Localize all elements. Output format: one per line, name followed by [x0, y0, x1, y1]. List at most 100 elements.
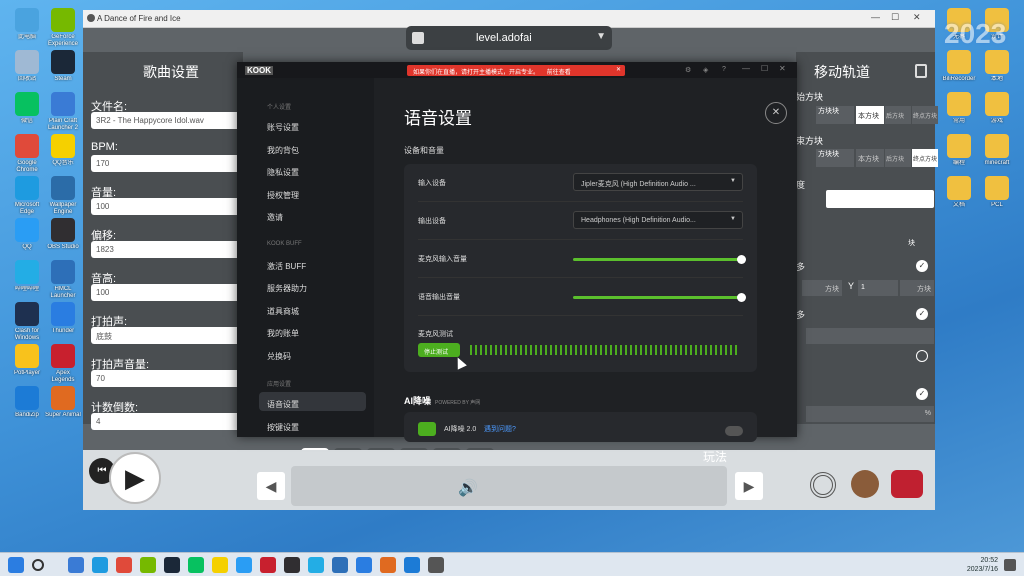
desktop-icon[interactable]: Thunder — [44, 302, 82, 335]
taskbar-app-icon[interactable] — [236, 557, 252, 573]
desktop-icon[interactable]: PCL — [978, 176, 1016, 209]
trash-icon[interactable] — [915, 64, 927, 78]
taskbar-app-icon[interactable] — [404, 557, 420, 573]
desktop-icon[interactable]: 微信 — [8, 92, 46, 125]
kook-banner-link[interactable]: 前往查看 — [547, 70, 571, 76]
taskbar-app-icon[interactable] — [332, 557, 348, 573]
sidebar-item[interactable]: 语音设置 — [267, 399, 299, 410]
song-field-input[interactable]: 3R2 - The Happycore Idol.wav — [91, 112, 241, 129]
taskbar-app-icon[interactable] — [116, 557, 132, 573]
song-field-input[interactable]: 4 — [91, 413, 241, 430]
output-volume-slider[interactable] — [573, 293, 746, 302]
kook-minimize-button[interactable]: — — [742, 64, 750, 73]
sidebar-item[interactable]: 我的账单 — [267, 328, 299, 339]
field-right-1[interactable] — [806, 328, 934, 344]
song-field-input[interactable]: 70 — [91, 370, 241, 387]
desktop-icon[interactable]: PotPlayer — [8, 344, 46, 377]
taskbar-app-icon[interactable] — [356, 557, 372, 573]
song-field-input[interactable]: 100 — [91, 284, 241, 301]
taskbar-clock[interactable]: 20:52 2023/7/16 — [958, 556, 998, 574]
start-button-icon[interactable] — [8, 557, 24, 573]
volume-icon[interactable]: 🔊 — [458, 478, 478, 498]
sidebar-item[interactable]: 我的背包 — [267, 145, 299, 156]
song-field-input[interactable]: 1823 — [91, 241, 241, 258]
chevron-down-icon[interactable]: ▼ — [596, 31, 606, 42]
start-opt-end-tile[interactable]: 终点方块 — [912, 106, 938, 124]
checkbox-2[interactable]: ✓ — [916, 308, 928, 320]
kook-maximize-button[interactable]: ☐ — [761, 64, 768, 73]
sidebar-item[interactable]: 道具商城 — [267, 306, 299, 317]
slider-knob[interactable] — [737, 293, 746, 302]
desktop-icon[interactable]: BiliRecorder — [940, 50, 978, 83]
desktop-icon[interactable]: HMCL Launcher — [44, 260, 82, 300]
sidebar-item[interactable]: 账号设置 — [267, 122, 299, 133]
start-opt-after-tile[interactable]: 后方块 — [885, 106, 911, 124]
minimize-button[interactable]: — — [871, 12, 880, 22]
tile-editor-icon[interactable] — [891, 470, 923, 498]
prev-page-button[interactable]: ◀ — [257, 472, 285, 500]
slider-knob[interactable] — [737, 255, 746, 264]
desktop-icon[interactable]: Wallpaper Engine — [44, 176, 82, 216]
desktop-icon[interactable]: OBS Studio — [44, 218, 82, 251]
sidebar-item[interactable]: 按键设置 — [267, 422, 299, 433]
degree-input[interactable] — [826, 190, 934, 208]
desktop-icon[interactable]: Google Chrome — [8, 134, 46, 174]
song-field-input[interactable]: 底鼓 — [91, 327, 241, 344]
notification-icon[interactable] — [1004, 559, 1016, 571]
taskbar-app-icon[interactable] — [308, 557, 324, 573]
desktop-icon[interactable]: Clash for Windows — [8, 302, 46, 342]
sidebar-item[interactable]: 隐私设置 — [267, 167, 299, 178]
maximize-button[interactable]: ☐ — [891, 12, 899, 23]
target-icon[interactable] — [810, 472, 836, 498]
taskbar-app-icon[interactable] — [284, 557, 300, 573]
banner-close-icon[interactable]: ✕ — [616, 66, 621, 73]
planet-icon[interactable] — [851, 470, 879, 498]
y-value[interactable]: 1 — [858, 280, 898, 296]
taskbar-app-icon[interactable] — [260, 557, 276, 573]
end-tile-rel-box[interactable]: 方块块 — [816, 149, 854, 167]
taskbar-app-icon[interactable] — [68, 557, 84, 573]
desktop-icon[interactable]: 文档 — [940, 176, 978, 209]
desktop-icon[interactable]: 本地 — [978, 50, 1016, 83]
output-device-select[interactable]: Headphones (High Definition Audio... ▼ — [573, 211, 743, 229]
kook-close-button[interactable]: ✕ — [779, 64, 786, 73]
kook-pin-icon[interactable]: ⚙ — [685, 66, 691, 74]
desktop-icon[interactable]: 哔哩哔哩 — [8, 260, 46, 293]
desktop-icon[interactable]: Steam — [44, 50, 82, 83]
mic-volume-slider[interactable] — [573, 255, 746, 264]
level-selector[interactable]: level.adofai ▼ — [406, 26, 612, 50]
save-icon[interactable] — [412, 32, 424, 44]
taskbar-app-icon[interactable] — [92, 557, 108, 573]
stop-test-button[interactable]: 停止测试 — [418, 343, 460, 357]
checkbox-1[interactable]: ✓ — [916, 260, 928, 272]
desktop-icon[interactable]: BandiZip — [8, 386, 46, 419]
taskbar-app-icon[interactable] — [380, 557, 396, 573]
close-settings-button[interactable]: ✕ — [765, 102, 787, 124]
sidebar-item[interactable]: 激活 BUFF — [267, 261, 306, 272]
taskbar-app-icon[interactable] — [212, 557, 228, 573]
sidebar-item[interactable]: 服务器助力 — [267, 283, 307, 294]
start-opt-this-tile[interactable]: 本方块 — [856, 106, 884, 124]
desktop-icon[interactable]: 回收站 — [8, 50, 46, 83]
input-device-select[interactable]: Jipler麦克风 (High Definition Audio ... ▼ — [573, 173, 743, 191]
desktop-icon[interactable]: Plain Craft Launcher 2 — [44, 92, 82, 132]
checkbox-3[interactable]: ✓ — [916, 388, 928, 400]
song-field-input[interactable]: 100 — [91, 198, 241, 215]
sidebar-item[interactable]: 邀请 — [267, 212, 283, 223]
end-opt-after-tile[interactable]: 后方块 — [885, 149, 911, 167]
desktop-icon[interactable]: QQ — [8, 218, 46, 251]
kook-shield-icon[interactable]: ◈ — [703, 66, 708, 74]
taskbar-app-icon[interactable] — [428, 557, 444, 573]
taskbar-app-icon[interactable] — [140, 557, 156, 573]
taskbar-app-icon[interactable] — [188, 557, 204, 573]
desktop-icon[interactable]: Apex Legends — [44, 344, 82, 384]
search-icon[interactable] — [32, 559, 44, 571]
ai-toggle[interactable] — [725, 426, 743, 436]
radio-empty[interactable] — [916, 350, 928, 362]
percent-field[interactable]: % — [806, 406, 934, 422]
desktop-icon[interactable]: QQ音乐 — [44, 134, 82, 167]
ai-help-link[interactable]: 遇到问题? — [484, 424, 516, 434]
play-button[interactable]: ▶ — [109, 452, 161, 504]
desktop-icon[interactable]: 此电脑 — [8, 8, 46, 41]
desktop-icon[interactable]: Super Animal — [44, 386, 82, 419]
